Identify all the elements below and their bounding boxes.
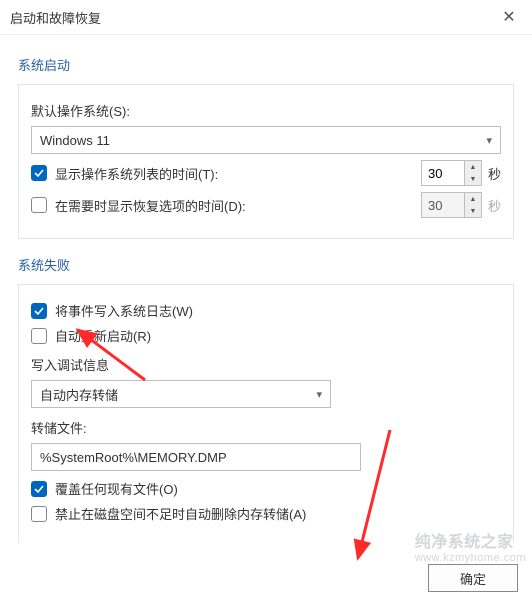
checkbox-write-event[interactable]: [31, 303, 47, 319]
watermark-url: www.kzmyhome.com: [415, 552, 526, 564]
group-label-system-startup: 系统启动: [18, 55, 514, 74]
chevron-down-icon: ▾: [316, 388, 322, 401]
checkbox-disable-low-space[interactable]: [31, 506, 47, 522]
spinner-recovery-seconds: ▲ ▼: [421, 192, 482, 218]
spinner-wrap-recovery: ▲ ▼ 秒: [421, 192, 501, 218]
dump-type-value: 自动内存转储: [40, 385, 118, 404]
checkbox-auto-restart[interactable]: [31, 328, 47, 344]
seconds-unit: 秒: [488, 164, 501, 183]
close-icon: ✕: [502, 7, 515, 27]
check-icon: [34, 484, 44, 494]
check-icon: [34, 168, 44, 178]
dialog-footer: 确定: [428, 564, 518, 592]
show-recovery-label: 在需要时显示恢复选项的时间(D):: [55, 196, 246, 215]
row-dump-file-label: 转储文件:: [31, 418, 501, 437]
group-system-failure: 将事件写入系统日志(W) 自动重新启动(R) 写入调试信息 自动内存转储 ▾ 转…: [18, 284, 514, 543]
watermark: 纯净系统之家 www.kzmyhome.com: [415, 528, 526, 564]
group-system-startup: 默认操作系统(S): Windows 11 ▾ 显示操作系统列表的时间(T): …: [18, 84, 514, 239]
dump-file-input[interactable]: %SystemRoot%\MEMORY.DMP: [31, 443, 361, 471]
spinner-up-button[interactable]: ▲: [465, 161, 481, 173]
row-debug-info-label: 写入调试信息: [31, 355, 501, 374]
checkbox-show-os-list[interactable]: [31, 165, 47, 181]
row-default-os-select: Windows 11 ▾: [31, 126, 501, 154]
dump-type-select[interactable]: 自动内存转储 ▾: [31, 380, 331, 408]
disable-low-space-label: 禁止在磁盘空间不足时自动删除内存转储(A): [55, 504, 306, 523]
spinner-arrows: ▲ ▼: [464, 161, 481, 185]
spinner-os-list-seconds[interactable]: ▲ ▼: [421, 160, 482, 186]
default-os-select[interactable]: Windows 11 ▾: [31, 126, 501, 154]
row-default-os-label: 默认操作系统(S):: [31, 101, 501, 120]
ok-button[interactable]: 确定: [428, 564, 518, 592]
window-title: 启动和故障恢复: [10, 8, 101, 27]
row-show-recovery: 在需要时显示恢复选项的时间(D): ▲ ▼ 秒: [31, 192, 501, 218]
title-bar: 启动和故障恢复 ✕: [0, 0, 532, 35]
default-os-value: Windows 11: [40, 133, 110, 148]
group-label-system-failure: 系统失败: [18, 255, 514, 274]
auto-restart-label: 自动重新启动(R): [55, 326, 151, 345]
close-button[interactable]: ✕: [494, 6, 524, 28]
debug-info-label: 写入调试信息: [31, 355, 109, 374]
default-os-label: 默认操作系统(S):: [31, 101, 130, 120]
row-overwrite: 覆盖任何现有文件(O): [31, 479, 501, 498]
dialog-body: 系统启动 默认操作系统(S): Windows 11 ▾ 显示操作系统列表的时间…: [0, 35, 532, 569]
dump-file-label: 转储文件:: [31, 418, 87, 437]
spinner-wrap-os-list: ▲ ▼ 秒: [421, 160, 501, 186]
row-write-event: 将事件写入系统日志(W): [31, 301, 501, 320]
write-event-label: 将事件写入系统日志(W): [55, 301, 193, 320]
overwrite-label: 覆盖任何现有文件(O): [55, 479, 178, 498]
dump-file-value: %SystemRoot%\MEMORY.DMP: [40, 450, 227, 465]
row-dump-file: %SystemRoot%\MEMORY.DMP: [31, 443, 501, 471]
watermark-text: 纯净系统之家: [415, 534, 514, 551]
spinner-up-button: ▲: [465, 193, 481, 205]
show-os-list-label: 显示操作系统列表的时间(T):: [55, 164, 218, 183]
checkbox-overwrite[interactable]: [31, 481, 47, 497]
ok-button-label: 确定: [460, 569, 486, 588]
check-icon: [34, 306, 44, 316]
checkbox-show-recovery[interactable]: [31, 197, 47, 213]
spinner-down-button[interactable]: ▼: [465, 173, 481, 185]
spinner-down-button: ▼: [465, 205, 481, 217]
spinner-arrows: ▲ ▼: [464, 193, 481, 217]
recovery-seconds-input: [422, 193, 464, 217]
os-list-seconds-input[interactable]: [422, 161, 464, 185]
row-show-os-list: 显示操作系统列表的时间(T): ▲ ▼ 秒: [31, 160, 501, 186]
chevron-down-icon: ▾: [486, 134, 492, 147]
row-auto-restart: 自动重新启动(R): [31, 326, 501, 345]
seconds-unit: 秒: [488, 196, 501, 215]
row-disable-low-space: 禁止在磁盘空间不足时自动删除内存转储(A): [31, 504, 501, 523]
row-dump-type: 自动内存转储 ▾: [31, 380, 501, 408]
